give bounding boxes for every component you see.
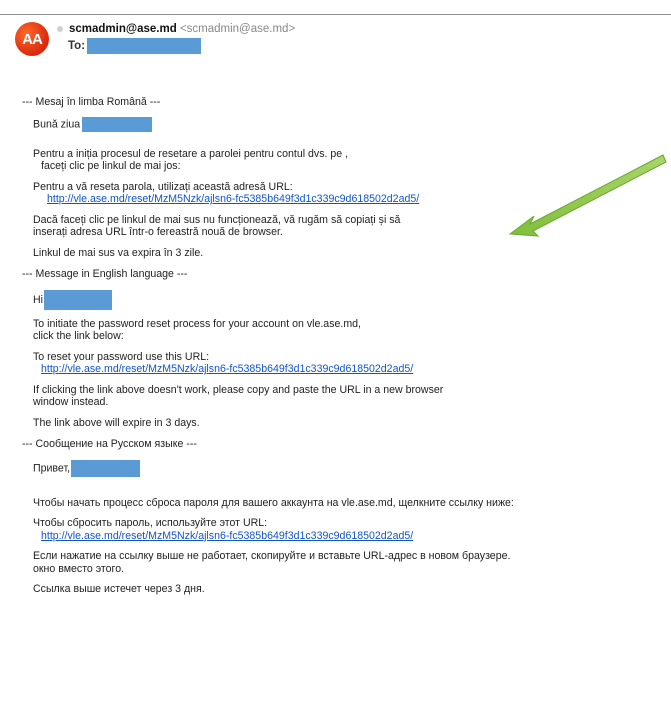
highlight-arrow-icon — [508, 154, 667, 237]
